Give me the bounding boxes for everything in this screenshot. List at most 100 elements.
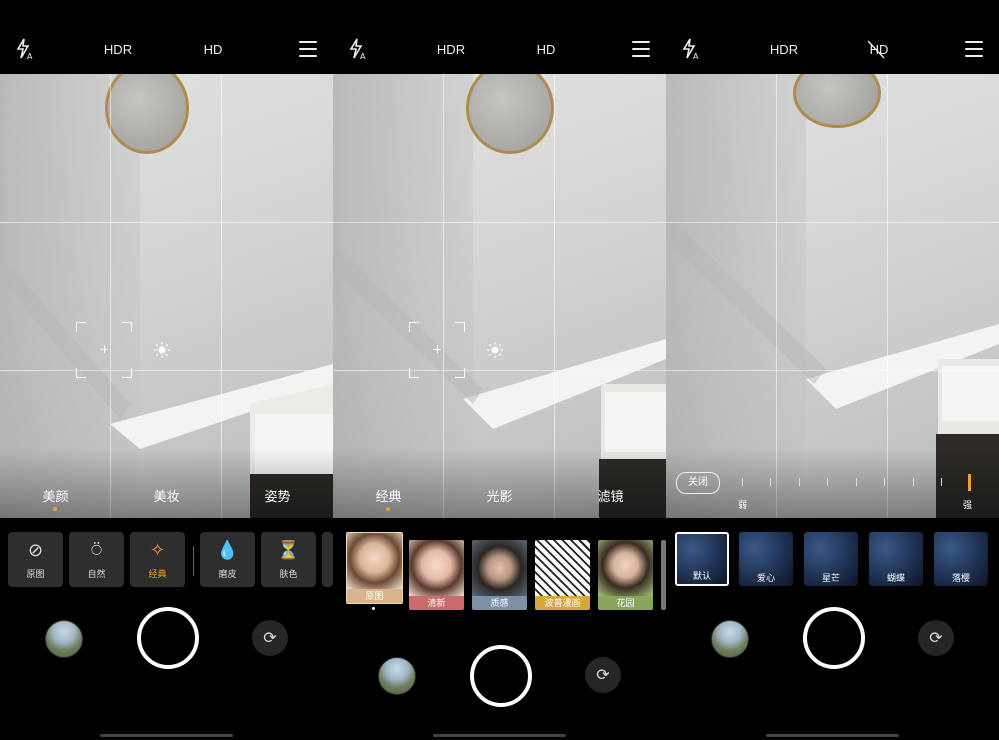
flash-auto-icon[interactable]: A [16,38,34,60]
bottom-tray: 默认 爱心 星芒 蝴蝶 落樱 ⟳ [666,518,999,740]
viewfinder[interactable] [666,74,999,518]
bottom-tray: 原图 清新 质感 波普漫画 花园 ⟳ [333,518,666,740]
menu-icon[interactable] [632,41,650,57]
grid-line [666,222,999,223]
flash-auto-icon[interactable]: A [682,38,700,60]
flash-auto-icon[interactable]: A [349,38,367,60]
filter-label: 清新 [409,596,464,610]
effect-heart[interactable]: 爱心 [739,532,793,586]
close-effect-button[interactable]: 关闭 [676,472,720,494]
shutter-button[interactable] [470,645,532,707]
rotate-camera-icon: ⟳ [263,630,277,647]
beauty-item-label: 原图 [26,569,45,579]
beauty-item-label: 磨皮 [218,569,237,579]
gallery-thumbnail[interactable] [45,620,83,658]
switch-camera-button[interactable]: ⟳ [252,620,288,656]
beauty-item-label: 自然 [87,569,106,579]
no-effect-icon: ⊘ [27,540,44,560]
shutter-button[interactable] [137,607,199,669]
effect-label: 落樱 [951,573,970,583]
slider-tick [827,478,828,486]
shutter-button[interactable] [803,607,865,669]
beauty-item-label: 肤色 [279,569,298,579]
camera-panel-beauty: A HDR HD 美颜 美妆 姿势 ⊘ 原图 ⍥ 自然 ✧ 经典 💧 磨皮 ⏳ … [0,0,333,740]
beauty-natural-button[interactable]: ⍥ 自然 [69,532,124,587]
weak-label: 弱 [738,500,748,510]
hdr-toggle[interactable]: HDR [770,42,798,57]
hd-toggle[interactable]: HD [537,42,556,57]
camera-panel-filters: A HDR HD 经典 光影 滤镜 原图 清新 质感 波普漫画 花园 ⟳ [333,0,666,740]
strike-icon [867,40,885,59]
hdr-toggle[interactable]: HDR [104,42,132,57]
effect-label: 蝴蝶 [886,573,905,583]
top-bar: A HDR HD [333,0,666,74]
slider-tick [799,478,800,486]
beauty-smooth-button[interactable]: 💧 磨皮 [200,532,255,587]
tab-classic[interactable]: 经典 [333,486,444,505]
filter-pop-comic[interactable]: 波普漫画 [535,540,590,610]
filter-preview [347,533,402,589]
beauty-more-button[interactable] [322,532,333,587]
slider-tick [770,478,771,486]
gallery-thumbnail[interactable] [711,620,749,658]
rotate-camera-icon: ⟳ [596,667,610,684]
hdr-toggle[interactable]: HDR [437,42,465,57]
grid-line [333,370,666,371]
home-indicator [766,734,899,737]
filter-preview [472,540,527,596]
grid-line [0,222,333,223]
tab-beauty[interactable]: 美颜 [0,486,111,505]
slider-tick [941,478,942,486]
filter-label: 质感 [472,596,527,610]
filter-label: 原图 [347,589,402,603]
focus-frame[interactable] [409,322,465,378]
home-indicator [100,734,233,737]
filter-fresh[interactable]: 清新 [409,540,464,610]
slider-tick [742,478,743,486]
slider-handle[interactable] [968,474,971,491]
switch-camera-button[interactable]: ⟳ [585,657,621,693]
mode-tabs: 经典 光影 滤镜 [333,486,666,512]
tab-makeup[interactable]: 美妆 [111,486,222,505]
active-tab-indicator [386,507,390,511]
beauty-skintone-button[interactable]: ⏳ 肤色 [261,532,316,587]
hd-toggle[interactable]: HD [204,42,223,57]
filter-garden[interactable]: 花园 [598,540,653,610]
rotate-camera-icon: ⟳ [929,630,943,647]
viewfinder[interactable] [0,74,333,518]
effect-starlight[interactable]: 星芒 [804,532,858,586]
effect-sakura[interactable]: 落樱 [934,532,988,586]
filter-preview [409,540,464,596]
svg-text:A: A [693,52,699,60]
natural-icon: ⍥ [91,540,102,560]
switch-camera-button[interactable]: ⟳ [918,620,954,656]
viewfinder[interactable] [333,74,666,518]
exposure-sun-icon[interactable] [154,342,170,358]
beauty-classic-button[interactable]: ✧ 经典 [130,532,185,587]
tab-pose[interactable]: 姿势 [222,486,333,505]
bottom-tray: ⊘ 原图 ⍥ 自然 ✧ 经典 💧 磨皮 ⏳ 肤色 ⟳ [0,518,333,740]
drop-icon: 💧 [216,540,239,560]
gallery-thumbnail[interactable] [378,657,416,695]
filter-label: 花园 [598,596,653,610]
effect-default[interactable]: 默认 [675,532,729,586]
exposure-sun-icon[interactable] [487,342,503,358]
menu-icon[interactable] [299,41,317,57]
menu-icon[interactable] [965,41,983,57]
active-tab-indicator [53,507,57,511]
filter-texture[interactable]: 质感 [472,540,527,610]
filter-preview [535,540,590,596]
mode-tabs: 美颜 美妆 姿势 [0,486,333,512]
effect-butterfly[interactable]: 蝴蝶 [869,532,923,586]
grid-line [0,370,333,371]
focus-frame[interactable] [76,322,132,378]
filter-original[interactable]: 原图 [346,532,403,604]
tab-lighting[interactable]: 光影 [444,486,555,505]
top-bar: A HDR HD [0,0,333,74]
grid-line [666,370,999,371]
svg-text:A: A [27,52,33,60]
tab-filters[interactable]: 滤镜 [555,486,666,505]
classic-sparkle-icon: ✧ [149,540,166,560]
beauty-original-button[interactable]: ⊘ 原图 [8,532,63,587]
svg-text:A: A [360,52,366,60]
